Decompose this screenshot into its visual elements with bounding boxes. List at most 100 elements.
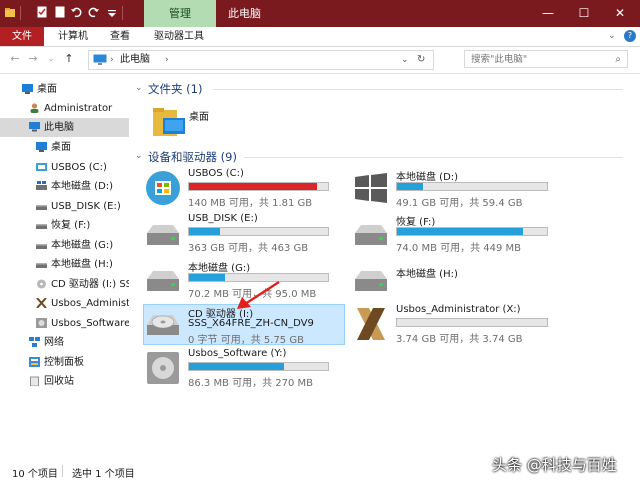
- minimize-button[interactable]: —: [530, 0, 566, 27]
- navigation-pane: 桌面 Administrator 此电脑 桌面 USBOS (C:) 本地磁盘 …: [0, 74, 129, 460]
- group-header-drives[interactable]: 设备和驱动器 (9): [148, 149, 237, 165]
- drive-name: 本地磁盘 (G:): [188, 263, 251, 274]
- sidebar-item-drive-i[interactable]: CD 驱动器 (I:) SS: [0, 275, 129, 294]
- drive-usage-bar: [188, 227, 329, 236]
- tab-computer[interactable]: 计算机: [58, 27, 88, 46]
- forward-arrow-icon[interactable]: →: [26, 52, 40, 66]
- drive-space-text: 3.74 GB 可用，共 3.74 GB: [396, 334, 523, 345]
- manage-context-tab[interactable]: 管理: [144, 0, 216, 27]
- control-panel-icon: [29, 357, 40, 367]
- drive-tile-h[interactable]: 本地磁盘 (H:): [351, 259, 553, 299]
- tab-file[interactable]: 文件: [0, 27, 44, 46]
- desktop-icon: [36, 142, 47, 152]
- address-dropdown-icon[interactable]: ⌄: [401, 51, 409, 69]
- x-drive-icon: [357, 308, 385, 340]
- redo-icon[interactable]: [88, 6, 100, 18]
- drive-space-text: 363 GB 可用，共 463 GB: [188, 243, 309, 254]
- watermark: 头条 @科技与百姓: [492, 456, 617, 474]
- status-divider: [62, 465, 63, 477]
- drive-tile-c[interactable]: USBOS (C:) 140 MB 可用，共 1.81 GB: [143, 168, 345, 209]
- title-bar: 管理 此电脑 — ☐ ✕: [0, 0, 640, 27]
- drive-usage-bar: [188, 182, 329, 191]
- group-divider: [213, 89, 623, 90]
- drive-icon: [355, 271, 387, 291]
- status-bar: 10 个项目 选中 1 个项目 头条 @科技与百姓: [0, 456, 640, 482]
- sidebar-item-drive-y[interactable]: Usbos_Software: [0, 314, 129, 333]
- breadcrumb-chevron-icon[interactable]: ›: [165, 51, 169, 69]
- drive-icon: [355, 225, 387, 245]
- search-placeholder: 搜索"此电脑": [471, 54, 528, 65]
- drive-name: Usbos_Administrator (X:): [396, 304, 521, 315]
- recent-locations-icon[interactable]: ⌄: [44, 52, 58, 66]
- search-icon: ⌕: [615, 54, 621, 65]
- disk-icon: [147, 352, 179, 384]
- content-pane: ⌄ 文件夹 (1) 桌面 ⌄ 设备和驱动器 (9) USBOS (C:) 140…: [129, 74, 640, 460]
- collapse-chevron-icon[interactable]: ⌄: [135, 151, 143, 161]
- sidebar-item-this-pc[interactable]: 此电脑: [0, 118, 129, 137]
- drive-usage-bar: [396, 318, 548, 327]
- drive-name: 本地磁盘 (H:): [396, 269, 458, 280]
- drive-tile-d[interactable]: 本地磁盘 (D:) 49.1 GB 可用，共 59.4 GB: [351, 168, 553, 209]
- drive-name: USB_DISK (E:): [188, 213, 258, 224]
- drive-icon: [36, 244, 47, 249]
- drive-tile-x[interactable]: Usbos_Administrator (X:) 3.74 GB 可用，共 3.…: [351, 304, 553, 345]
- sidebar-item-drive-d[interactable]: 本地磁盘 (D:): [0, 177, 129, 196]
- drive-tile-e[interactable]: USB_DISK (E:) 363 GB 可用，共 463 GB: [143, 213, 345, 254]
- computer-icon: [93, 54, 107, 65]
- sidebar-item-drive-g[interactable]: 本地磁盘 (G:): [0, 236, 129, 255]
- drive-name: Usbos_Software (Y:): [188, 348, 287, 359]
- drive-usage-bar: [396, 227, 548, 236]
- collapse-chevron-icon[interactable]: ⌄: [135, 83, 143, 93]
- tab-drive-tools[interactable]: 驱动器工具: [154, 27, 204, 46]
- drive-tile-f[interactable]: 恢复 (F:) 74.0 MB 可用，共 449 MB: [351, 213, 553, 254]
- sidebar-item-drive-f[interactable]: 恢复 (F:): [0, 216, 129, 235]
- windows-drive-icon: [355, 173, 387, 203]
- sidebar-item-administrator[interactable]: Administrator: [0, 99, 129, 118]
- address-field[interactable]: › 此电脑 › ⌄ ↻: [88, 50, 434, 70]
- breadcrumb-this-pc[interactable]: 此电脑: [120, 51, 150, 69]
- sidebar-item-drive-c[interactable]: USBOS (C:): [0, 158, 129, 177]
- drive-usage-bar: [188, 362, 329, 371]
- properties-icon[interactable]: [36, 6, 48, 18]
- sidebar-item-drive-e[interactable]: USB_DISK (E:): [0, 197, 129, 216]
- sidebar-item-drive-x[interactable]: Usbos_Administ: [0, 294, 129, 313]
- breadcrumb-chevron-icon[interactable]: ›: [110, 51, 114, 69]
- search-input[interactable]: 搜索"此电脑" ⌕: [464, 50, 628, 68]
- vertical-scrollbar[interactable]: [629, 74, 640, 460]
- group-header-folders[interactable]: 文件夹 (1): [148, 81, 202, 97]
- network-icon: [29, 337, 40, 347]
- undo-icon[interactable]: [70, 6, 82, 18]
- ribbon-tabs: 文件 计算机 查看 驱动器工具 ⌄ ?: [0, 27, 640, 47]
- folder-item-desktop[interactable]: 桌面: [145, 100, 225, 144]
- sidebar-item-desktop[interactable]: 桌面: [0, 80, 129, 99]
- windows-drive-icon: [36, 181, 47, 190]
- sidebar-item-control-panel[interactable]: 控制面板: [0, 353, 129, 372]
- drive-space-text: 49.1 GB 可用，共 59.4 GB: [396, 198, 523, 209]
- sidebar-item-desktop-pc[interactable]: 桌面: [0, 138, 129, 157]
- desktop-icon: [22, 84, 33, 94]
- drive-icon: [36, 263, 47, 268]
- sidebar-item-recycle-bin[interactable]: 回收站: [0, 372, 129, 391]
- drive-icon: [147, 225, 179, 245]
- drive-tile-y[interactable]: Usbos_Software (Y:) 86.3 MB 可用，共 270 MB: [143, 348, 345, 389]
- close-button[interactable]: ✕: [602, 0, 638, 27]
- refresh-icon[interactable]: ↻: [417, 51, 425, 69]
- new-folder-icon[interactable]: [54, 6, 66, 18]
- folder-desktop-icon: [153, 108, 185, 136]
- help-icon[interactable]: ?: [624, 30, 636, 42]
- drive-space-text: 74.0 MB 可用，共 449 MB: [396, 243, 522, 254]
- drive-volume-label: SSS_X64FRE_ZH-CN_DV9: [188, 318, 314, 329]
- x-drive-icon: [36, 298, 47, 308]
- cd-drive-icon: [147, 315, 179, 335]
- up-arrow-icon[interactable]: ↑: [62, 52, 76, 66]
- group-divider: [244, 157, 623, 158]
- back-arrow-icon[interactable]: ←: [8, 52, 22, 66]
- maximize-button[interactable]: ☐: [566, 0, 602, 27]
- window-title: 此电脑: [228, 7, 261, 20]
- tab-view[interactable]: 查看: [110, 27, 130, 46]
- cd-drive-icon: [37, 279, 46, 289]
- customize-qat-icon[interactable]: [106, 6, 118, 18]
- ribbon-expand-icon[interactable]: ⌄: [608, 31, 618, 41]
- sidebar-item-drive-h[interactable]: 本地磁盘 (H:): [0, 255, 129, 274]
- sidebar-item-network[interactable]: 网络: [0, 333, 129, 352]
